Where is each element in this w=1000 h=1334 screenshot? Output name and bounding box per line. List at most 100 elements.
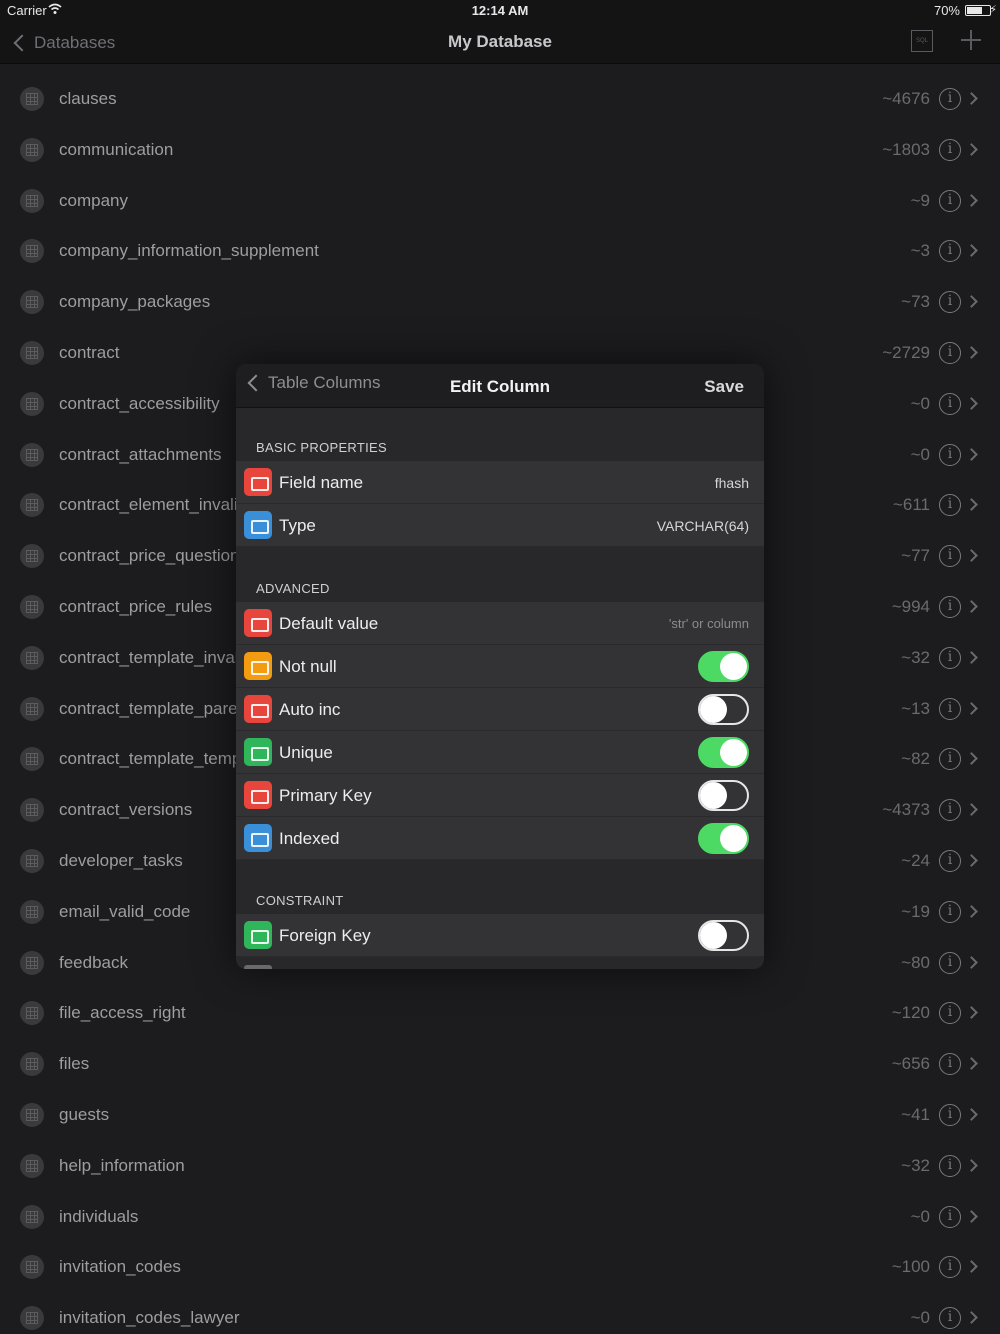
- chevron-right-icon[interactable]: [965, 701, 978, 715]
- info-icon[interactable]: i: [939, 341, 961, 364]
- table-row[interactable]: clauses ~4676 i: [0, 74, 1000, 125]
- variable-icon: [244, 511, 272, 539]
- info-icon[interactable]: i: [939, 88, 961, 110]
- info-icon[interactable]: i: [939, 1205, 961, 1228]
- info-icon[interactable]: i: [939, 849, 961, 872]
- indexed-toggle[interactable]: [698, 823, 749, 854]
- info-icon[interactable]: i: [939, 1053, 961, 1076]
- info-icon[interactable]: i: [939, 748, 961, 771]
- info-icon[interactable]: i: [939, 697, 961, 720]
- row-count: ~611: [892, 495, 930, 515]
- row-count: ~4373: [882, 800, 930, 820]
- chevron-right-icon[interactable]: [965, 1260, 978, 1274]
- chevron-right-icon[interactable]: [965, 92, 978, 105]
- chevron-right-icon[interactable]: [965, 346, 978, 359]
- info-icon[interactable]: i: [939, 392, 961, 415]
- table-grid-icon: [20, 1052, 44, 1077]
- table-row[interactable]: invitation_codes ~100 i: [0, 1242, 1000, 1293]
- table-name: contract_template_invalid: [59, 647, 252, 667]
- table-row[interactable]: company_packages ~73 i: [0, 277, 1000, 328]
- table-row[interactable]: invitation_codes_lawyer ~0 i: [0, 1293, 1000, 1334]
- chevron-right-icon[interactable]: [965, 803, 978, 817]
- table-row[interactable]: company_information_supplement ~3 i: [0, 226, 1000, 277]
- info-icon[interactable]: i: [939, 595, 961, 618]
- type-value: VARCHAR(64): [656, 518, 749, 534]
- chevron-right-icon[interactable]: [965, 752, 978, 766]
- chevron-right-icon[interactable]: [965, 1311, 978, 1324]
- chevron-right-icon[interactable]: [965, 904, 978, 918]
- modal-nav-bar: Table Columns Edit Column Save: [236, 364, 764, 408]
- section-header-advanced: ADVANCED: [256, 581, 330, 596]
- info-icon[interactable]: i: [939, 951, 961, 974]
- info-icon[interactable]: i: [939, 1002, 961, 1025]
- info-icon[interactable]: i: [939, 1103, 961, 1126]
- table-row[interactable]: communication ~1803 i: [0, 125, 1000, 176]
- table-row[interactable]: help_information ~32 i: [0, 1141, 1000, 1192]
- chevron-right-icon[interactable]: [965, 498, 978, 512]
- info-icon[interactable]: i: [939, 900, 961, 923]
- chevron-right-icon[interactable]: [965, 955, 978, 969]
- chevron-right-icon[interactable]: [965, 1108, 978, 1121]
- chevron-right-icon[interactable]: [965, 1057, 978, 1071]
- sort-index-icon: [244, 824, 272, 852]
- chevron-right-icon[interactable]: [965, 1209, 978, 1223]
- not-null-toggle[interactable]: [698, 651, 749, 682]
- info-icon[interactable]: i: [939, 494, 961, 517]
- info-icon[interactable]: i: [939, 545, 961, 568]
- chevron-right-icon[interactable]: [965, 650, 978, 664]
- chevron-right-icon[interactable]: [965, 1158, 978, 1172]
- plus-icon[interactable]: [961, 30, 981, 50]
- info-icon[interactable]: i: [939, 138, 961, 161]
- table-row[interactable]: guests ~41 i: [0, 1090, 1000, 1141]
- info-icon[interactable]: i: [939, 1154, 961, 1177]
- table-row[interactable]: individuals ~0 i: [0, 1192, 1000, 1243]
- info-icon[interactable]: i: [939, 291, 961, 314]
- table-name: contract_template_parent: [59, 698, 252, 718]
- foreign-key-toggle[interactable]: [698, 920, 749, 951]
- chevron-right-icon[interactable]: [965, 854, 978, 867]
- row-count: ~80: [901, 952, 930, 972]
- chevron-right-icon[interactable]: [965, 193, 978, 207]
- info-icon[interactable]: i: [939, 799, 961, 822]
- row-count: ~3: [910, 241, 930, 261]
- table-grid-icon: [20, 645, 44, 670]
- field-name-value: fhash: [714, 475, 749, 491]
- field-name-cell[interactable]: Field name fhash: [236, 461, 764, 504]
- chevron-right-icon[interactable]: [965, 1006, 978, 1020]
- chevron-right-icon[interactable]: [965, 396, 978, 410]
- info-icon[interactable]: i: [939, 240, 961, 263]
- primary-key-toggle[interactable]: [698, 780, 749, 811]
- chevron-right-icon[interactable]: [965, 600, 978, 613]
- chevron-right-icon[interactable]: [965, 447, 978, 461]
- auto-inc-label: Auto inc: [279, 700, 341, 719]
- table-grid-icon: [20, 340, 44, 365]
- battery-percent: 70%: [933, 3, 960, 18]
- unique-toggle[interactable]: [698, 737, 749, 768]
- table-row[interactable]: files ~656 i: [0, 1039, 1000, 1090]
- info-icon[interactable]: i: [939, 1256, 961, 1279]
- unique-cell: Unique: [236, 731, 764, 774]
- table-row[interactable]: file_access_right ~120 i: [0, 988, 1000, 1039]
- not-null-icon: [244, 652, 272, 680]
- info-icon[interactable]: i: [939, 1307, 961, 1330]
- chevron-right-icon[interactable]: [965, 244, 978, 258]
- chevron-right-icon[interactable]: [965, 295, 978, 309]
- table-name: guests: [59, 1104, 110, 1124]
- text-field-icon: [244, 468, 272, 496]
- table-grid-icon: [20, 188, 44, 213]
- table-row[interactable]: company ~9 i: [0, 176, 1000, 227]
- chevron-right-icon[interactable]: [965, 549, 978, 563]
- auto-inc-toggle[interactable]: [698, 694, 749, 725]
- row-count: ~41: [901, 1104, 930, 1124]
- type-cell[interactable]: Type VARCHAR(64): [236, 504, 764, 547]
- info-icon[interactable]: i: [939, 443, 961, 466]
- table-grid-icon: [20, 290, 44, 315]
- table-grid-icon: [20, 950, 44, 975]
- chevron-right-icon[interactable]: [965, 142, 978, 156]
- info-icon[interactable]: i: [939, 189, 961, 212]
- default-value-cell[interactable]: Default value 'str' or column: [236, 602, 764, 645]
- auto-increment-icon: [244, 695, 272, 723]
- info-icon[interactable]: i: [939, 646, 961, 669]
- save-button[interactable]: Save: [704, 377, 744, 397]
- sql-icon[interactable]: SQL: [911, 30, 933, 52]
